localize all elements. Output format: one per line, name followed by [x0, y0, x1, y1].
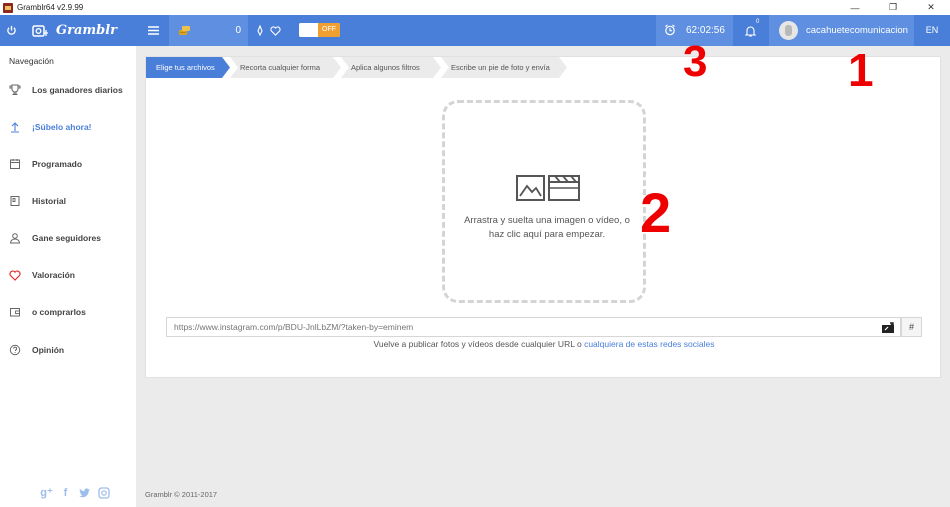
import-icon[interactable]	[882, 321, 894, 333]
social-networks-link[interactable]: cualquiera de estas redes sociales	[584, 339, 714, 349]
social-links: g⁺ f	[40, 486, 110, 499]
republish-description: Vuelve a publicar fotos y vídeos desde c…	[373, 339, 585, 349]
sidebar-item-label: Valoración	[32, 270, 75, 280]
step-label: Aplica algunos filtros	[351, 63, 420, 72]
coin-count: 0	[235, 25, 241, 36]
file-dropzone[interactable]: Arrastra y suelta una imagen o vídeo, o …	[442, 100, 646, 303]
republish-text: Vuelve a publicar fotos y vídeos desde c…	[146, 339, 942, 349]
sidebar-item-upload-now[interactable]: ¡Súbelo ahora!	[0, 114, 136, 140]
hashtag-button[interactable]: #	[901, 317, 922, 337]
history-icon	[8, 194, 22, 208]
coins-icon	[179, 26, 190, 35]
upload-icon	[8, 120, 22, 134]
boost-icon[interactable]	[254, 15, 266, 46]
step-choose-files[interactable]: Elige tus archivos	[146, 57, 230, 78]
footer-copyright: Gramblr © 2011-2017	[145, 490, 218, 499]
toggle-knob	[299, 23, 318, 37]
step-filters[interactable]: Aplica algunos filtros	[341, 57, 441, 78]
window-controls: — ❐ ✕	[836, 0, 950, 15]
power-icon	[6, 25, 16, 35]
step-crop[interactable]: Recorta cualquier forma	[230, 57, 341, 78]
dropzone-text: Arrastra y suelta una imagen o vídeo, o …	[464, 215, 630, 240]
step-label: Recorta cualquier forma	[240, 63, 321, 72]
hamburger-icon	[147, 26, 159, 35]
user-icon	[8, 231, 22, 245]
sidebar-heading: Navegación	[9, 56, 54, 66]
heart-outline-icon[interactable]	[268, 15, 282, 46]
sidebar-item-feedback[interactable]: Opinión	[0, 337, 136, 363]
help-icon	[8, 343, 22, 357]
sidebar-item-scheduled[interactable]: Programado	[0, 151, 136, 177]
bell-icon	[744, 25, 756, 37]
twitter-icon[interactable]	[78, 486, 91, 499]
logo-icon	[30, 15, 50, 46]
sidebar-item-history[interactable]: Historial	[0, 188, 136, 214]
annotation-3: 3	[683, 37, 708, 86]
sidebar-item-label: ¡Súbelo ahora!	[32, 122, 92, 132]
notification-count: 0	[756, 19, 760, 25]
upload-card: Elige tus archivos Recorta cualquier for…	[145, 56, 941, 378]
window-titlebar: Gramblr64 v2.9.99 — ❐ ✕	[0, 0, 950, 15]
sidebar: Navegación Los ganadores diarios ¡Súbelo…	[0, 46, 136, 507]
step-label: Elige tus archivos	[156, 63, 215, 72]
facebook-icon[interactable]: f	[59, 486, 72, 499]
menu-button[interactable]	[143, 15, 163, 46]
user-menu[interactable]: cacahuetecomunicacion	[769, 15, 914, 46]
sidebar-item-rating[interactable]: Valoración	[0, 262, 136, 288]
sidebar-item-label: Programado	[32, 159, 83, 169]
window-title: Gramblr64 v2.9.99	[17, 3, 84, 12]
avatar	[779, 21, 798, 40]
sidebar-item-label: o comprarlos	[32, 307, 86, 317]
sidebar-item-label: Historial	[32, 196, 67, 206]
power-button[interactable]	[0, 15, 22, 46]
google-plus-icon[interactable]: g⁺	[40, 486, 53, 499]
coins-widget[interactable]: 0	[169, 15, 248, 46]
sidebar-item-label: Opinión	[32, 345, 65, 355]
step-caption[interactable]: Escribe un pie de foto y envía	[441, 57, 567, 78]
notifications-button[interactable]	[743, 15, 757, 46]
autolike-toggle[interactable]: OFF	[299, 23, 340, 37]
language-selector[interactable]: EN	[914, 15, 950, 46]
sidebar-item-daily-winners[interactable]: Los ganadores diarios	[0, 77, 136, 103]
sidebar-item-gain-followers[interactable]: Gane seguidores	[0, 225, 136, 251]
annotation-2: 2	[640, 181, 672, 244]
toggle-off-label: OFF	[318, 23, 340, 37]
url-row: #	[166, 317, 922, 337]
instagram-icon[interactable]	[97, 486, 110, 499]
trophy-icon	[8, 83, 22, 97]
minimize-button[interactable]: —	[836, 0, 874, 15]
alarm-clock-icon	[665, 24, 675, 36]
app-icon	[3, 2, 13, 13]
sidebar-item-buy[interactable]: o comprarlos	[0, 299, 136, 325]
annotation-1: 1	[848, 44, 874, 96]
username: cacahuetecomunicacion	[806, 25, 908, 36]
image-video-icon	[516, 175, 580, 201]
wallet-icon	[8, 305, 22, 319]
sidebar-item-label: Los ganadores diarios	[32, 85, 123, 95]
brand-logo: Gramblr	[56, 23, 118, 38]
calendar-icon	[8, 157, 22, 171]
heart-icon	[8, 268, 22, 282]
step-label: Escribe un pie de foto y envía	[451, 63, 550, 72]
close-button[interactable]: ✕	[912, 0, 950, 15]
url-input[interactable]	[166, 317, 901, 337]
top-navbar: Gramblr 0 OFF 62:02:56 0 cacahuetecomuni…	[0, 15, 950, 46]
maximize-button[interactable]: ❐	[874, 0, 912, 15]
sidebar-item-label: Gane seguidores	[32, 233, 101, 243]
